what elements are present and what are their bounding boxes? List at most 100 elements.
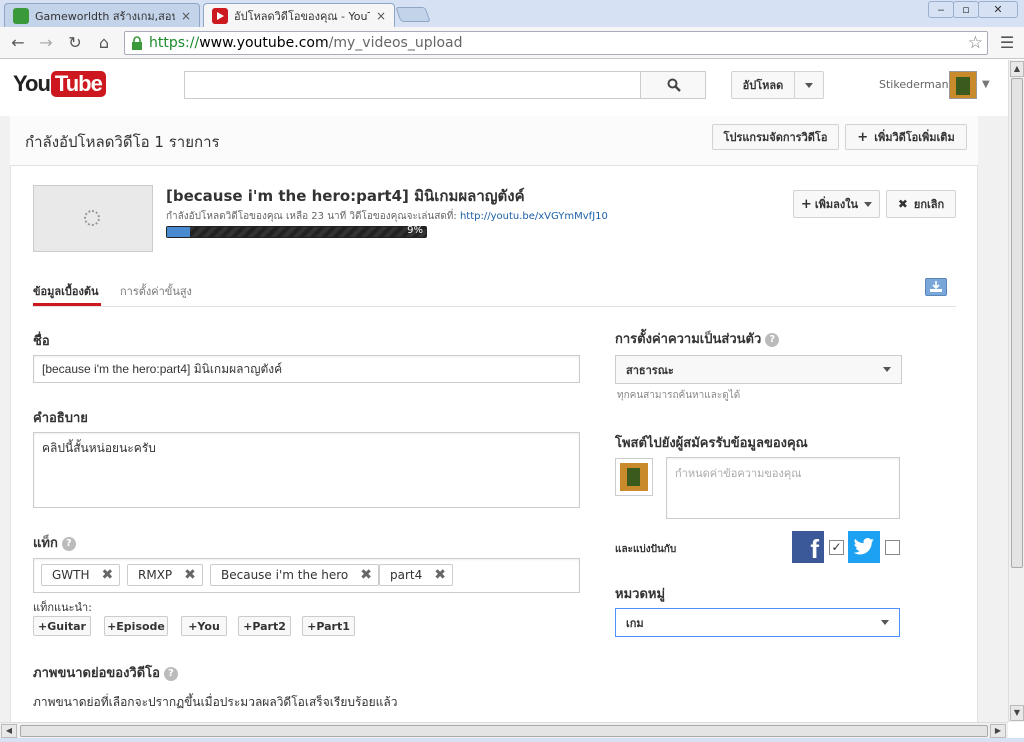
avatar bbox=[615, 458, 653, 496]
back-arrow-icon[interactable]: ← bbox=[8, 33, 28, 53]
remove-tag-icon[interactable]: ✖ bbox=[360, 567, 372, 583]
privacy-label-text: การตั้งค่าความเป็นส่วนตัว bbox=[615, 332, 762, 347]
category-value: เกม bbox=[626, 616, 644, 630]
help-icon[interactable]: ? bbox=[765, 332, 780, 347]
new-tab-button[interactable] bbox=[395, 7, 431, 22]
facebook-share-checkbox[interactable]: ✓ bbox=[829, 540, 844, 555]
page-viewport: You Tube อัปโหลด Stikederman ▼ กำลังอัปโห… bbox=[0, 60, 1008, 722]
url-scheme: https:// bbox=[149, 35, 200, 51]
close-tab-icon[interactable]: × bbox=[181, 9, 191, 23]
tag-chip[interactable]: RMXP ✖ bbox=[127, 564, 203, 586]
suggested-tag-button[interactable]: +Guitar bbox=[33, 616, 91, 636]
close-icon: ✖ bbox=[897, 197, 908, 211]
tab-youtube-upload[interactable]: อัปโหลดวิดีโอของคุณ - YouTu × bbox=[203, 3, 395, 27]
scrollbar-thumb[interactable] bbox=[20, 725, 988, 737]
youtube-logo[interactable]: You Tube bbox=[13, 71, 106, 97]
tag-chip[interactable]: part4 ✖ bbox=[379, 564, 453, 586]
description-textarea[interactable]: คลิปนี้สั้นหน่อยนะครับ bbox=[33, 432, 580, 508]
forward-arrow-icon[interactable]: → bbox=[36, 33, 56, 53]
privacy-select[interactable]: สาธารณะ bbox=[615, 355, 902, 384]
suggested-tag-button[interactable]: +Part1 bbox=[302, 616, 355, 636]
thumbnails-note: ภาพขนาดย่อที่เลือกจะปรากฏขึ้นเมื่อประมวล… bbox=[33, 695, 398, 709]
plus-icon: + bbox=[857, 129, 869, 145]
tab-advanced-settings[interactable]: การตั้งค่าขั้นสูง bbox=[120, 282, 192, 300]
close-tab-icon[interactable]: × bbox=[376, 9, 386, 23]
scrollbar-thumb[interactable] bbox=[1011, 78, 1023, 568]
category-label: หมวดหมู่ bbox=[615, 587, 666, 602]
title-bar: Gameworldth สร้างเกม,สอนส × อัปโหลดวิดีโ… bbox=[0, 0, 1024, 27]
tab-gameworldth[interactable]: Gameworldth สร้างเกม,สอนส × bbox=[4, 3, 200, 27]
scroll-up-icon[interactable]: ▲ bbox=[1010, 61, 1024, 77]
window-bottom-edge bbox=[0, 738, 1024, 742]
url-host: www.youtube.com bbox=[199, 35, 329, 51]
avatar[interactable] bbox=[949, 71, 977, 99]
chevron-down-icon bbox=[805, 82, 813, 88]
url-path: /my_videos_upload bbox=[328, 35, 463, 51]
suggested-tag-button[interactable]: +Part2 bbox=[238, 616, 291, 636]
upload-button[interactable]: อัปโหลด bbox=[731, 71, 795, 99]
logo-tube: Tube bbox=[50, 71, 106, 97]
upload-progress-bar: 9% bbox=[166, 225, 427, 238]
category-select[interactable]: เกม bbox=[615, 608, 900, 637]
horizontal-scrollbar[interactable]: ◀ ▶ bbox=[0, 722, 1008, 738]
help-icon[interactable]: ? bbox=[163, 666, 178, 681]
post-to-subscribers-label: โพสต์ไปยังผู้สมัครรับข้อมูลของคุณ bbox=[615, 436, 808, 451]
tag-label: Because i'm the hero bbox=[221, 568, 349, 582]
video-link[interactable]: http://youtu.be/xVGYmMvfJ10 bbox=[460, 211, 608, 222]
subscriber-message-input[interactable]: กำหนดค่าข้อความของคุณ bbox=[666, 457, 900, 519]
remove-tag-icon[interactable]: ✖ bbox=[184, 567, 196, 583]
chrome-menu-icon[interactable]: ☰ bbox=[998, 33, 1016, 53]
home-icon[interactable]: ⌂ bbox=[94, 33, 114, 53]
title-input[interactable] bbox=[33, 355, 580, 383]
minimize-button[interactable]: ‒ bbox=[928, 1, 954, 18]
facebook-icon[interactable]: f bbox=[792, 531, 824, 564]
chevron-down-icon bbox=[881, 619, 889, 625]
download-arrow-icon bbox=[930, 281, 942, 292]
reload-icon[interactable]: ↻ bbox=[65, 33, 85, 53]
avatar-figure bbox=[956, 77, 970, 95]
tag-chip[interactable]: Because i'm the hero ✖ bbox=[210, 564, 379, 586]
active-tab-indicator bbox=[33, 303, 101, 306]
remove-tag-icon[interactable]: ✖ bbox=[102, 567, 114, 583]
remove-tag-icon[interactable]: ✖ bbox=[434, 567, 446, 583]
download-icon[interactable] bbox=[925, 278, 947, 296]
add-more-videos-button[interactable]: + เพิ่มวิดีโอเพิ่มเติม bbox=[845, 124, 967, 150]
video-manager-button[interactable]: โปรแกรมจัดการวิดีโอ bbox=[712, 124, 839, 150]
loading-spinner-icon bbox=[84, 210, 100, 226]
privacy-label: การตั้งค่าความเป็นส่วนตัว? bbox=[615, 328, 780, 349]
upload-menu-button[interactable] bbox=[794, 71, 824, 99]
thumbnails-label-text: ภาพขนาดย่อของวิดีโอ bbox=[33, 666, 160, 681]
tag-label: RMXP bbox=[138, 568, 173, 582]
upload-status: กำลังอัปโหลดวิดีโอของคุณ เหลือ 23 นาที ว… bbox=[166, 209, 608, 224]
twitter-icon[interactable] bbox=[848, 531, 880, 563]
suggested-tag-button[interactable]: +You bbox=[181, 616, 227, 636]
chevron-down-icon bbox=[864, 201, 873, 207]
suggested-tag-button[interactable]: +Episode bbox=[104, 616, 168, 636]
maximize-button[interactable]: ▫ bbox=[953, 1, 979, 18]
search-button[interactable] bbox=[640, 71, 706, 99]
close-window-button[interactable]: ✕ bbox=[978, 1, 1018, 18]
privacy-hint: ทุกคนสามารถค้นหาและดูได้ bbox=[617, 390, 741, 401]
description-label: คำอธิบาย bbox=[33, 411, 88, 426]
suggested-tags-label: แท็กแนะนำ: bbox=[33, 601, 92, 614]
tab-basic-info[interactable]: ข้อมูลเบื้องต้น bbox=[33, 282, 99, 300]
cancel-upload-button[interactable]: ✖ ยกเลิก bbox=[886, 190, 956, 218]
tags-label: แท็ก? bbox=[33, 532, 76, 553]
username[interactable]: Stikederman bbox=[879, 78, 949, 91]
search-input[interactable] bbox=[184, 71, 642, 99]
twitter-share-checkbox[interactable] bbox=[885, 540, 900, 555]
tag-chip[interactable]: GWTH ✖ bbox=[41, 564, 121, 586]
bookmark-star-icon[interactable]: ☆ bbox=[968, 33, 983, 53]
scroll-down-icon[interactable]: ▼ bbox=[1010, 705, 1024, 721]
vertical-scrollbar[interactable]: ▲ ▼ bbox=[1008, 60, 1024, 722]
scroll-left-icon[interactable]: ◀ bbox=[1, 724, 17, 738]
scroll-right-icon[interactable]: ▶ bbox=[990, 724, 1006, 738]
help-icon[interactable]: ? bbox=[61, 536, 76, 551]
chevron-down-icon bbox=[883, 366, 891, 372]
search-icon bbox=[667, 78, 681, 92]
address-bar[interactable]: https://www.youtube.com/my_videos_upload… bbox=[124, 31, 988, 55]
add-to-label: เพิ่มลงใน bbox=[814, 198, 859, 211]
progress-fill bbox=[167, 227, 191, 237]
chevron-down-icon[interactable]: ▼ bbox=[982, 79, 990, 90]
add-to-button[interactable]: + เพิ่มลงใน bbox=[793, 190, 880, 218]
